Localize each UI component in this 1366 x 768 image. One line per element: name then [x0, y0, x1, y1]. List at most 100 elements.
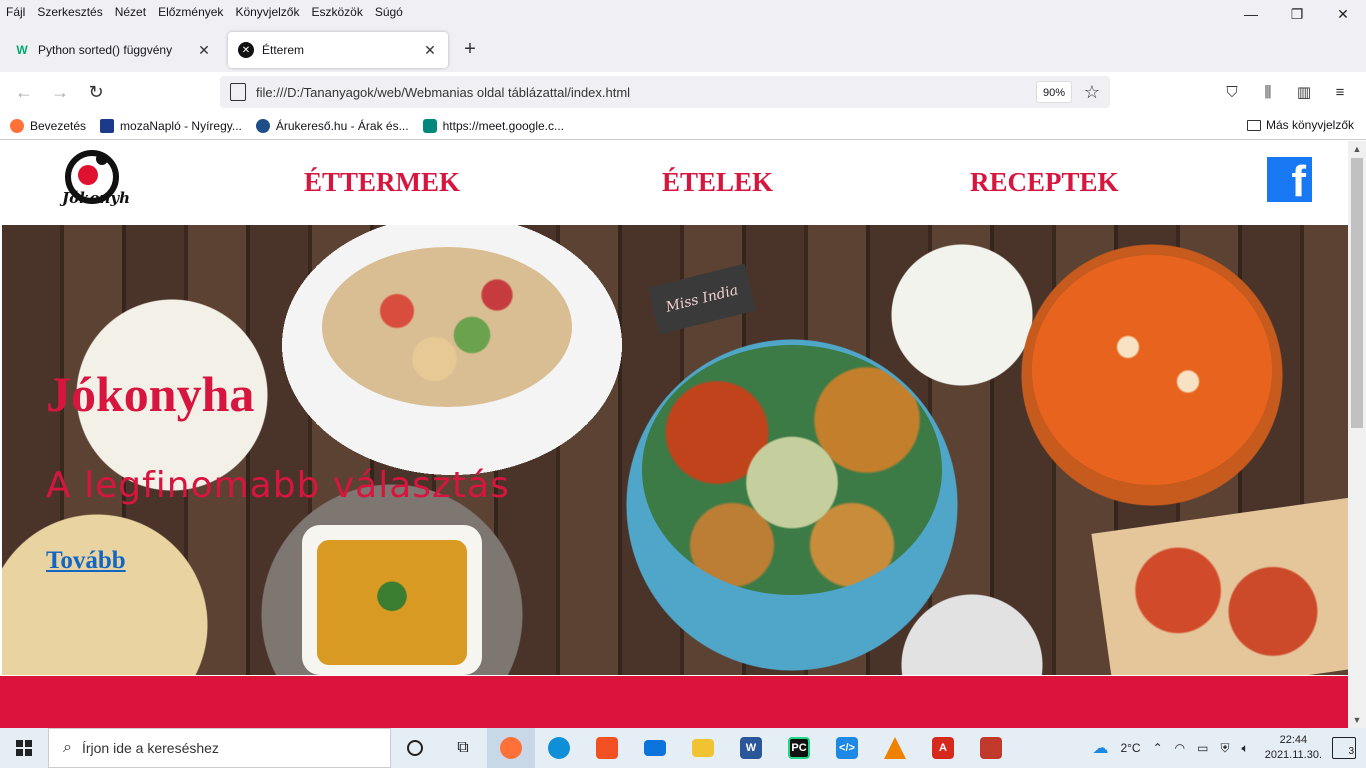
- hero-banner: Miss India Jókonyha A legfinomabb válasz…: [2, 225, 1348, 675]
- site-header: Jókonyha! ÉTTERMEK ÉTELEK RECEPTEK f: [0, 141, 1348, 225]
- tab-etterem[interactable]: ✕ Étterem ✕: [228, 32, 448, 68]
- arukereso-icon: [255, 118, 270, 133]
- facebook-icon[interactable]: f: [1267, 157, 1312, 202]
- search-placeholder: Írjon ide a kereséshez: [81, 740, 219, 756]
- bookmarks-toolbar: Bevezetés mozaNapló - Nyíregy... Árukere…: [0, 112, 1366, 140]
- pycharm-icon[interactable]: PC: [775, 728, 823, 768]
- tab-close-icon[interactable]: ✕: [422, 42, 438, 59]
- bookmark-item[interactable]: https://meet.google.c...: [422, 118, 565, 133]
- url-bar[interactable]: file:///D:/Tananyagok/web/Webmanias olda…: [220, 76, 1110, 108]
- shield-icon: [100, 118, 115, 133]
- other-bookmarks[interactable]: Más könyvjelzők: [1246, 118, 1354, 132]
- back-icon[interactable]: ←: [10, 78, 38, 106]
- store-icon[interactable]: [583, 728, 631, 768]
- menu-bar: Fájl Szerkesztés Nézet Előzmények Könyvj…: [0, 0, 1366, 24]
- library-icon[interactable]: ⫼: [1250, 78, 1286, 106]
- word-icon[interactable]: W: [727, 728, 775, 768]
- tab-bar: W Python sorted() függvény ✕ ✕ Étterem ✕…: [0, 24, 1366, 72]
- bookmark-item[interactable]: mozaNapló - Nyíregy...: [100, 118, 242, 133]
- windows-start-icon[interactable]: [0, 728, 48, 768]
- nav-etelek[interactable]: ÉTELEK: [662, 167, 773, 198]
- salad-plate-image: [322, 247, 572, 407]
- tab-close-icon[interactable]: ✕: [196, 42, 212, 59]
- vlc-icon[interactable]: [871, 728, 919, 768]
- scrollbar[interactable]: ▲ ▼: [1348, 141, 1366, 728]
- red-section: [0, 676, 1348, 728]
- search-icon: ⌕: [63, 739, 72, 756]
- taskbar-search[interactable]: ⌕ Írjon ide a kereséshez: [48, 728, 391, 768]
- logo-text: Jókonyha!: [59, 189, 130, 207]
- bookmark-star-icon[interactable]: ☆: [1080, 82, 1104, 103]
- miss-india-tag: Miss India: [647, 263, 757, 335]
- nav-receptek[interactable]: RECEPTEK: [970, 167, 1119, 198]
- nav-ettermek[interactable]: ÉTTERMEK: [304, 167, 460, 198]
- system-tray: ☁ 2°C ⌃ ◠ ▭ ⛨ 🔈︎ 22:44 2021.11.30. 3: [1086, 728, 1366, 768]
- zoom-indicator[interactable]: 90%: [1036, 81, 1072, 103]
- clock[interactable]: 22:44 2021.11.30.: [1265, 733, 1322, 763]
- tandoori-board-image: [1091, 497, 1348, 675]
- firefox-icon: [10, 118, 24, 133]
- menu-hamburger-icon[interactable]: ≡: [1322, 78, 1358, 106]
- clock-time: 22:44: [1279, 734, 1308, 746]
- battery-icon[interactable]: ▭: [1197, 741, 1208, 755]
- tab-python-sorted[interactable]: W Python sorted() függvény ✕: [4, 32, 222, 68]
- paint-icon[interactable]: [967, 728, 1015, 768]
- jokonyha-logo[interactable]: Jókonyha!: [58, 147, 130, 211]
- scrollbar-thumb[interactable]: [1351, 158, 1363, 428]
- folder-label: Más könyvjelzők: [1265, 118, 1354, 132]
- reload-icon[interactable]: ↻: [82, 78, 110, 106]
- toolbar-right: ⛉ ⫼ ▥ ≡: [1214, 78, 1358, 106]
- bookmark-item[interactable]: Bevezetés: [10, 118, 87, 133]
- url-text[interactable]: file:///D:/Tananyagok/web/Webmanias olda…: [256, 85, 1036, 100]
- tab-title: Python sorted() függvény: [38, 43, 173, 57]
- edge-icon[interactable]: [535, 728, 583, 768]
- pocket-icon[interactable]: ⛉: [1214, 78, 1250, 106]
- new-tab-icon[interactable]: +: [458, 38, 482, 62]
- firefox-taskbar-icon[interactable]: [487, 728, 535, 768]
- menu-view[interactable]: Nézet: [115, 5, 146, 19]
- page-viewport: Jókonyha! ÉTTERMEK ÉTELEK RECEPTEK f Mis…: [0, 141, 1366, 728]
- navigation-bar: ← → ↻ file:///D:/Tananyagok/web/Webmania…: [0, 72, 1366, 112]
- menu-edit[interactable]: Szerkesztés: [37, 5, 102, 19]
- bookmark-label: Árukereső.hu - Árak és...: [275, 118, 409, 133]
- task-view-icon[interactable]: ⧉: [439, 728, 487, 768]
- hero-subtitle: A legfinomabb választás: [46, 465, 510, 506]
- folder-icon: [1246, 119, 1261, 131]
- menu-tools[interactable]: Eszközök: [311, 5, 362, 19]
- page-icon: [230, 83, 246, 101]
- curry-pan-image: [1032, 255, 1272, 485]
- weather-temp[interactable]: 2°C: [1120, 741, 1140, 755]
- menu-help[interactable]: Súgó: [375, 5, 403, 19]
- clock-date: 2021.11.30.: [1264, 749, 1322, 761]
- bookmark-label: Bevezetés: [30, 118, 87, 133]
- forward-icon[interactable]: →: [46, 78, 74, 106]
- site-favicon-icon: ✕: [238, 42, 254, 58]
- acrobat-icon[interactable]: A: [919, 728, 967, 768]
- file-explorer-icon[interactable]: [679, 728, 727, 768]
- weather-cloud-icon[interactable]: ☁: [1092, 738, 1108, 758]
- menu-bookmarks[interactable]: Könyvjelzők: [235, 5, 299, 19]
- chicken-plate-image: [642, 345, 942, 595]
- sidebar-icon[interactable]: ▥: [1286, 78, 1322, 106]
- menu-file[interactable]: Fájl: [6, 5, 25, 19]
- taskbar: ⌕ Írjon ide a kereséshez ⧉ W PC </> A ☁ …: [0, 728, 1366, 768]
- vscode-icon[interactable]: </>: [823, 728, 871, 768]
- google-meet-icon: [422, 118, 437, 133]
- network-icon[interactable]: ◠: [1175, 741, 1185, 755]
- w3schools-favicon-icon: W: [16, 43, 28, 57]
- mail-icon[interactable]: [631, 728, 679, 768]
- menu-history[interactable]: Előzmények: [158, 5, 223, 19]
- bookmark-item[interactable]: Árukereső.hu - Árak és...: [255, 118, 409, 133]
- scroll-up-icon[interactable]: ▲: [1348, 141, 1366, 157]
- bookmark-label: mozaNapló - Nyíregy...: [120, 118, 242, 133]
- security-icon[interactable]: ⛨: [1220, 741, 1229, 756]
- hero-more-link[interactable]: Tovább: [46, 547, 126, 575]
- scroll-down-icon[interactable]: ▼: [1348, 712, 1366, 728]
- volume-icon[interactable]: 🔈︎: [1242, 741, 1249, 756]
- tab-title: Étterem: [262, 43, 305, 57]
- bookmark-label: https://meet.google.c...: [442, 118, 565, 133]
- hero-title: Jókonyha: [46, 366, 255, 422]
- notification-icon[interactable]: 3: [1332, 737, 1356, 759]
- cortana-icon[interactable]: [391, 728, 439, 768]
- chevron-up-icon[interactable]: ⌃: [1153, 741, 1163, 755]
